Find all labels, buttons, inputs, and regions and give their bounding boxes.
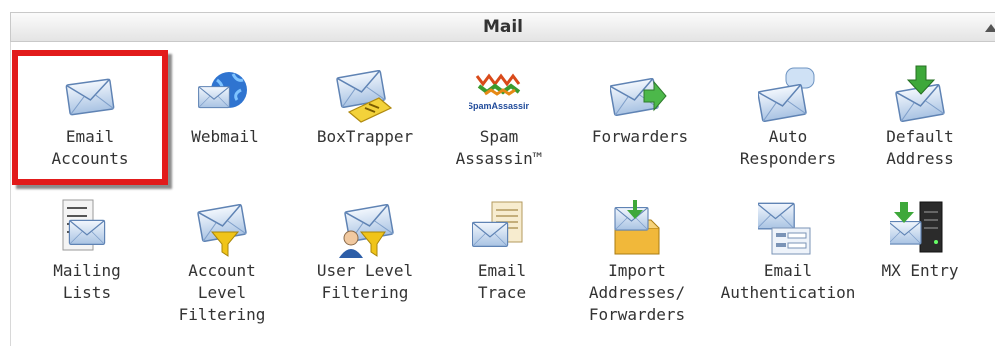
user-level-filtering-link[interactable]: User Level Filtering: [295, 198, 435, 304]
default-address-label: Default Address: [886, 127, 954, 168]
spamassassin-logo-icon: SpamAssassin: [469, 73, 529, 111]
boxtrapper-link[interactable]: BoxTrapper: [295, 64, 435, 148]
account-level-filtering-label: Account Level Filtering: [178, 261, 266, 324]
email-authentication-label: Email Authentication: [720, 261, 856, 302]
import-addresses-forwarders-label: Import Addresses/ Forwarders: [588, 261, 686, 324]
panel-left-border: [10, 42, 11, 346]
envelope-speech-bubble-icon: [758, 67, 815, 123]
spam-assassin-link[interactable]: SpamAssassin Spam Assassin™: [429, 64, 569, 170]
server-envelope-icon: [890, 201, 943, 253]
user-level-filtering-label: User Level Filtering: [316, 261, 414, 302]
box-import-icon: [614, 200, 660, 255]
forwarders-label: Forwarders: [591, 127, 689, 146]
highlight-box: [12, 50, 168, 185]
envelope-download-arrow-icon: [894, 65, 946, 123]
spam-assassin-label: Spam Assassin™: [455, 127, 543, 168]
collapse-arrow-icon[interactable]: [985, 24, 995, 32]
auto-responders-link[interactable]: Auto Responders: [718, 64, 858, 170]
spamassassin-logo-text: SpamAssassin: [469, 101, 529, 111]
envelope-form-icon: [758, 202, 811, 255]
email-trace-link[interactable]: Email Trace: [432, 198, 572, 304]
forwarders-link[interactable]: Forwarders: [570, 64, 710, 148]
panel-title: Mail: [482, 17, 524, 37]
auto-responders-label: Auto Responders: [739, 127, 837, 168]
envelope-trap-icon: [335, 69, 393, 123]
envelope-funnel-icon: [196, 203, 248, 257]
boxtrapper-label: BoxTrapper: [316, 127, 414, 146]
list-envelope-icon: [62, 199, 106, 251]
webmail-label: Webmail: [191, 127, 259, 146]
default-address-link[interactable]: Default Address: [850, 64, 990, 170]
import-addresses-forwarders-link[interactable]: Import Addresses/ Forwarders: [567, 198, 707, 326]
user-envelope-icon: [339, 203, 395, 258]
mx-entry-label: MX Entry: [881, 261, 959, 280]
mx-entry-link[interactable]: MX Entry: [850, 198, 990, 282]
email-trace-label: Email Trace: [477, 261, 527, 302]
email-authentication-link[interactable]: Email Authentication: [718, 198, 858, 304]
mailing-lists-label: Mailing Lists: [53, 261, 121, 302]
webmail-link[interactable]: Webmail: [155, 64, 295, 148]
globe-envelope-icon: [198, 72, 247, 109]
document-envelope-icon: [472, 201, 523, 247]
mailing-lists-link[interactable]: Mailing Lists: [17, 198, 157, 304]
account-level-filtering-link[interactable]: Account Level Filtering: [152, 198, 292, 326]
mail-panel-header[interactable]: Mail: [10, 12, 995, 42]
envelope-forward-arrow-icon: [610, 77, 667, 117]
